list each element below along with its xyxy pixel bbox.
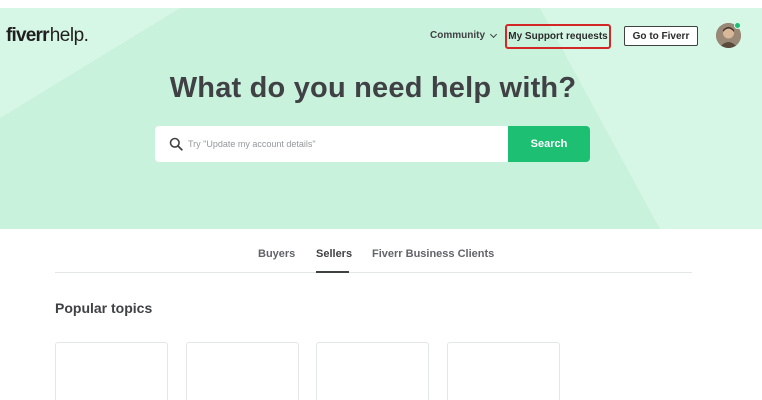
popular-topics-title: Popular topics	[55, 300, 153, 316]
community-label: Community	[430, 30, 485, 41]
search-input[interactable]	[188, 134, 488, 154]
my-support-requests-link[interactable]: My Support requests	[508, 27, 608, 46]
go-to-fiverr-button[interactable]: Go to Fiverr	[624, 26, 698, 46]
page-headline: What do you need help with?	[169, 72, 577, 104]
topic-card[interactable]	[316, 342, 429, 400]
tab-buyers[interactable]: Buyers	[258, 248, 295, 260]
audience-tabs: Buyers Sellers Fiverr Business Clients	[55, 241, 692, 273]
search-icon	[169, 137, 183, 151]
logo-suffix: help.	[49, 25, 89, 46]
chevron-down-icon	[489, 30, 498, 38]
search-bar	[155, 126, 508, 162]
logo-brand: fiverr	[6, 25, 50, 46]
active-tab-indicator	[316, 271, 349, 273]
topic-card[interactable]	[447, 342, 560, 400]
topic-card[interactable]	[186, 342, 299, 400]
online-status-dot	[734, 22, 741, 29]
community-menu[interactable]: Community	[430, 30, 498, 41]
search-button[interactable]: Search	[508, 126, 590, 162]
fiverr-help-logo[interactable]: fiverrhelp.	[6, 25, 89, 47]
topic-card[interactable]	[55, 342, 168, 400]
tab-sellers[interactable]: Sellers	[316, 248, 352, 260]
tab-fiverr-business-clients[interactable]: Fiverr Business Clients	[372, 248, 494, 260]
